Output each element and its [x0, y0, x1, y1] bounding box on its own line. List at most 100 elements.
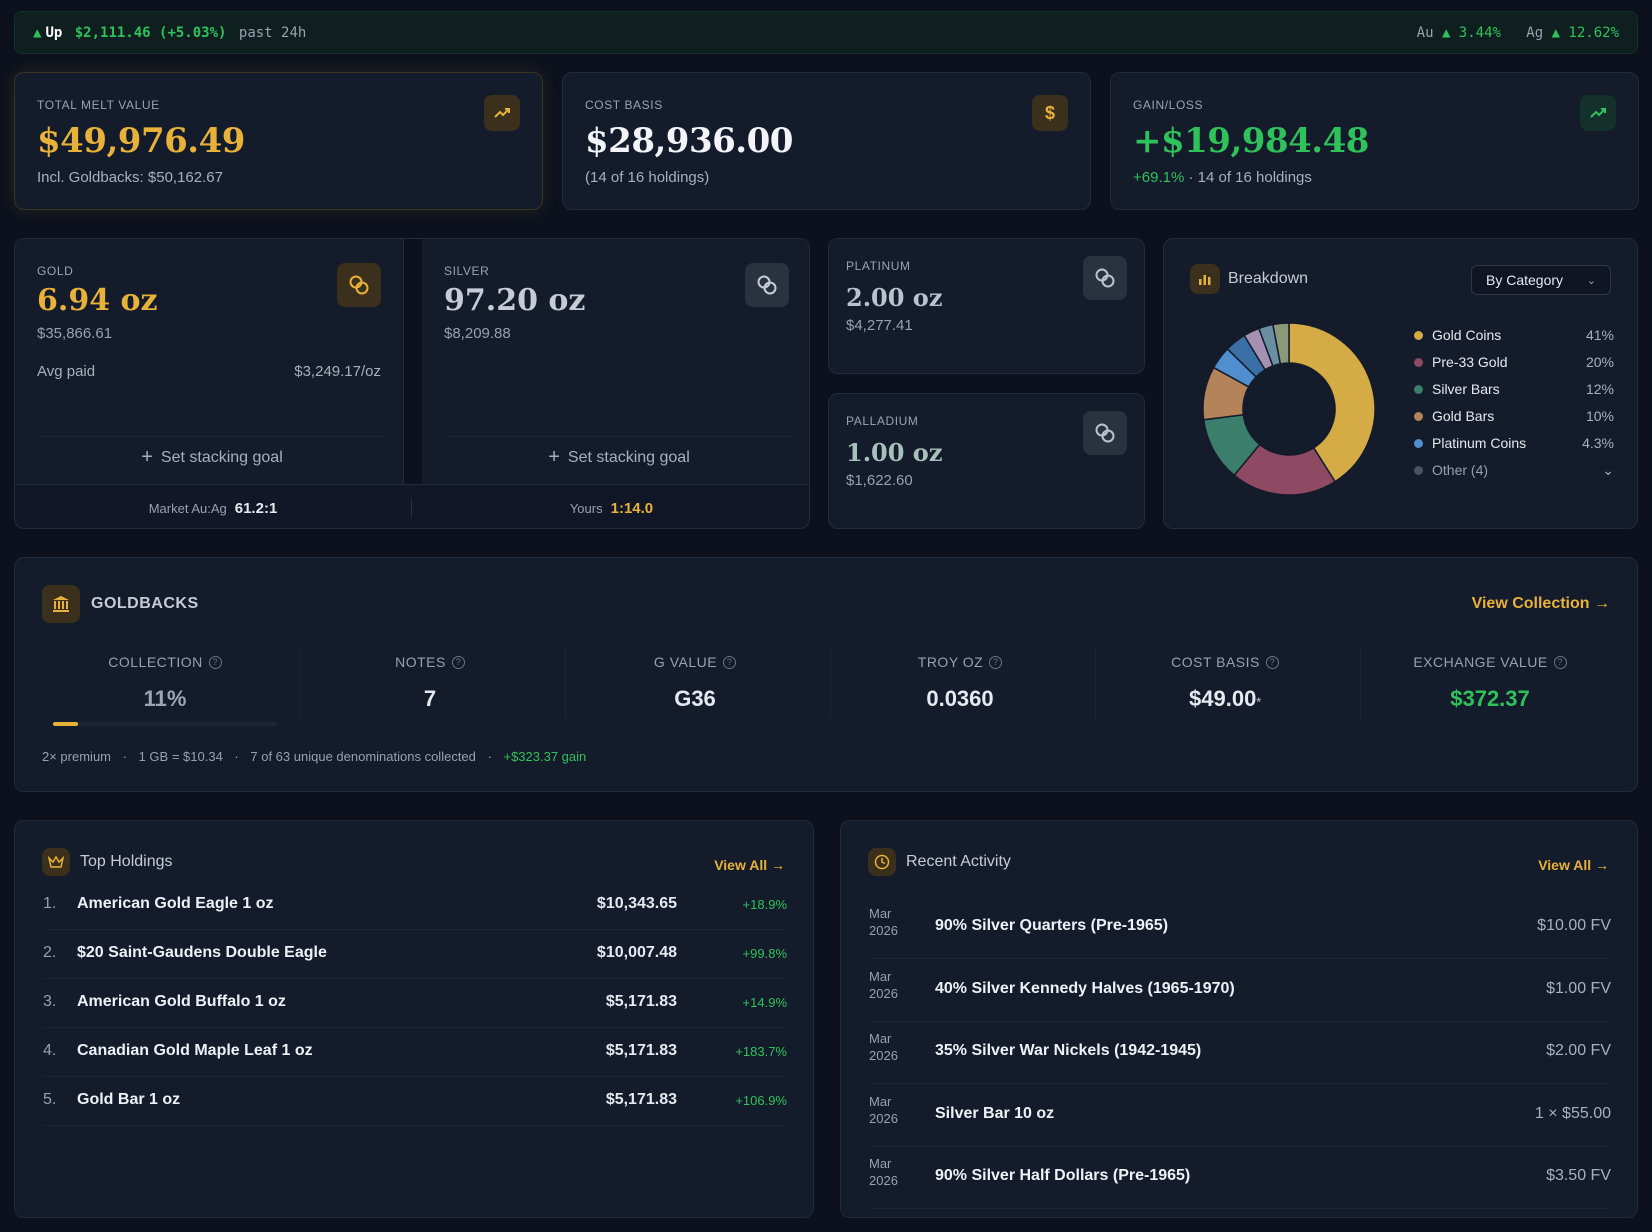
bar-chart-icon	[1190, 264, 1220, 294]
holding-row[interactable]: 5. Gold Bar 1 oz $5,171.83 +106.9%	[43, 1077, 787, 1126]
stat-header: NOTES?	[395, 654, 465, 670]
view-collection-link[interactable]: View Collection →	[1472, 595, 1610, 613]
view-all-holdings-link[interactable]: View All →	[714, 857, 785, 873]
gain-label: GAIN/LOSS	[1133, 98, 1204, 112]
help-icon[interactable]: ?	[989, 655, 1003, 669]
stat-value: G36	[575, 686, 815, 712]
legend-item: Pre-33 Gold 20%	[1414, 352, 1614, 372]
set-gold-goal-button[interactable]: + Set stacking goal	[39, 436, 385, 478]
gold-card[interactable]: GOLD 6.94 oz $35,866.61 Avg paid $3,249.…	[15, 239, 404, 484]
activity-row[interactable]: Mar 2026 90% Silver Quarters (Pre-1965) $10…	[869, 897, 1611, 959]
gain-holdings: · 14 of 16 holdings	[1188, 169, 1312, 186]
set-goal-label: Set stacking goal	[567, 448, 690, 466]
legend-item: Silver Bars 12%	[1414, 379, 1614, 399]
legend-pct: 41%	[1585, 327, 1614, 343]
palladium-value: $1,622.60	[846, 472, 913, 489]
goldbacks-stat: G VALUE? G36	[575, 654, 815, 712]
collection-progress-fill	[53, 722, 78, 726]
chevron-down-icon: ⌄	[1602, 461, 1614, 478]
palladium-card[interactable]: PALLADIUM 1.00 oz $1,622.60	[828, 393, 1145, 529]
legend-swatch	[1414, 411, 1423, 421]
melt-value: $49,976.49	[37, 121, 245, 161]
legend-label: Pre-33 Gold	[1432, 354, 1508, 370]
total-melt-card[interactable]: TOTAL MELT VALUE $49,976.49 Incl. Goldba…	[14, 72, 543, 210]
goldbacks-title: GOLDBACKS	[91, 595, 199, 612]
premium-text: 2× premium	[42, 749, 111, 764]
help-icon[interactable]: ?	[1265, 655, 1279, 669]
activity-row[interactable]: Mar 2026 90% Silver Half Dollars (Pre-1965…	[869, 1147, 1611, 1209]
view-all-activity-link[interactable]: View All →	[1538, 857, 1609, 873]
platinum-card[interactable]: PLATINUM 2.00 oz $4,277.41	[828, 238, 1145, 374]
your-ratio: Yours 1:14.0	[412, 485, 809, 528]
stat-value: 0.0360	[840, 686, 1080, 712]
category-select-value: By Category	[1486, 272, 1564, 288]
au-label: Au	[1416, 24, 1434, 41]
legend-swatch	[1414, 384, 1423, 394]
ag-label: Ag	[1526, 24, 1544, 41]
activity-row[interactable]: Mar 2026 Silver Bar 10 oz 1 × $55.00	[869, 1085, 1611, 1147]
up-label: Up	[45, 24, 63, 41]
up-arrow-icon: ▲	[33, 24, 42, 41]
top-holdings-card: Top Holdings View All → 1. American Gold …	[14, 820, 814, 1218]
holding-rank: 5.	[43, 1091, 57, 1108]
divider	[300, 648, 301, 718]
holding-row[interactable]: 1. American Gold Eagle 1 oz $10,343.65 +18.…	[43, 881, 787, 930]
price-ticker-bar: ▲ Up $2,111.46 (+5.03%) past 24h Au ▲ 3.4…	[14, 11, 1638, 54]
trend-up-icon	[1580, 95, 1616, 131]
stat-label: TROY OZ	[917, 654, 984, 670]
breakdown-donut-chart	[1202, 322, 1376, 496]
legend-pct: 10%	[1585, 408, 1614, 424]
stat-value: 7	[310, 686, 550, 712]
rate-text: 1 GB = $10.34	[138, 749, 223, 764]
recent-activity-card: Recent Activity View All → Mar 2026 90% Si…	[840, 820, 1638, 1218]
stat-value-text: $49.00	[1189, 686, 1257, 711]
help-icon[interactable]: ?	[451, 655, 465, 669]
legend-item: Gold Bars 10%	[1414, 406, 1614, 426]
holding-row[interactable]: 4. Canadian Gold Maple Leaf 1 oz $5,171.83…	[43, 1028, 787, 1077]
activity-amount: $10.00 FV	[1537, 917, 1611, 934]
stat-header: COLLECTION?	[108, 654, 222, 670]
ratio-strip: Market Au:Ag 61.2:1 Yours 1:14.0	[15, 484, 809, 528]
goldbacks-card: GOLDBACKS View Collection → COLLECTION? 1…	[14, 557, 1638, 792]
gain-loss-card[interactable]: GAIN/LOSS +$19,984.48 +69.1% · 14 of 16 …	[1110, 72, 1639, 210]
holding-rank: 3.	[43, 993, 57, 1010]
holding-name: Gold Bar 1 oz	[77, 1091, 181, 1108]
holding-rank: 1.	[43, 895, 57, 912]
legend-item: Platinum Coins 4.3%	[1414, 433, 1614, 453]
set-silver-goal-button[interactable]: + Set stacking goal	[446, 436, 792, 478]
legend-swatch	[1414, 465, 1423, 475]
change-period: past 24h	[238, 24, 307, 41]
gold-silver-container: GOLD 6.94 oz $35,866.61 Avg paid $3,249.…	[14, 238, 810, 529]
market-ratio-value: 61.2:1	[234, 499, 278, 517]
silver-label: SILVER	[444, 264, 490, 278]
melt-label: TOTAL MELT VALUE	[37, 98, 160, 112]
legend-other-toggle[interactable]: Other (4) ⌄	[1414, 460, 1614, 480]
goldbacks-stat: NOTES? 7	[310, 654, 550, 712]
category-select[interactable]: By Category ⌄	[1471, 265, 1611, 295]
activity-row[interactable]: Mar 2026 35% Silver War Nickels (1942-1945…	[869, 1022, 1611, 1084]
cost-basis-card[interactable]: COST BASIS $28,936.00 (14 of 16 holdings…	[562, 72, 1091, 210]
help-icon[interactable]: ?	[723, 655, 737, 669]
silver-card[interactable]: SILVER 97.20 oz $8,209.88 + Set stacking…	[422, 239, 809, 484]
help-icon[interactable]: ?	[208, 655, 222, 669]
gain-sub: +69.1% · 14 of 16 holdings	[1133, 169, 1312, 186]
collection-progress-bar	[53, 722, 277, 726]
holding-row[interactable]: 3. American Gold Buffalo 1 oz $5,171.83 +14…	[43, 979, 787, 1028]
stat-header: EXCHANGE VALUE?	[1413, 654, 1567, 670]
activity-amount: 1 × $55.00	[1534, 1104, 1611, 1122]
help-icon[interactable]: ?	[1553, 655, 1567, 669]
portfolio-change: ▲ Up $2,111.46 (+5.03%) past 24h	[33, 25, 310, 41]
goldbacks-stat: COLLECTION? 11%	[45, 654, 285, 726]
holding-rank: 4.	[43, 1042, 57, 1059]
holding-change: +18.9%	[742, 897, 787, 912]
activity-date: Mar 2026	[869, 1093, 909, 1127]
stat-value: 11%	[45, 686, 285, 712]
legend-label: Platinum Coins	[1432, 435, 1527, 451]
activity-row[interactable]: Mar 2026 40% Silver Kennedy Halves (1965-1…	[869, 960, 1611, 1022]
legend-pct: 20%	[1585, 354, 1614, 370]
holding-change: +106.9%	[735, 1093, 787, 1108]
holding-row[interactable]: 2. $20 Saint-Gaudens Double Eagle $10,007.…	[43, 930, 787, 979]
stat-value-text: G36	[674, 686, 716, 711]
activity-name: Silver Bar 10 oz	[935, 1104, 1055, 1122]
divider	[830, 648, 831, 718]
